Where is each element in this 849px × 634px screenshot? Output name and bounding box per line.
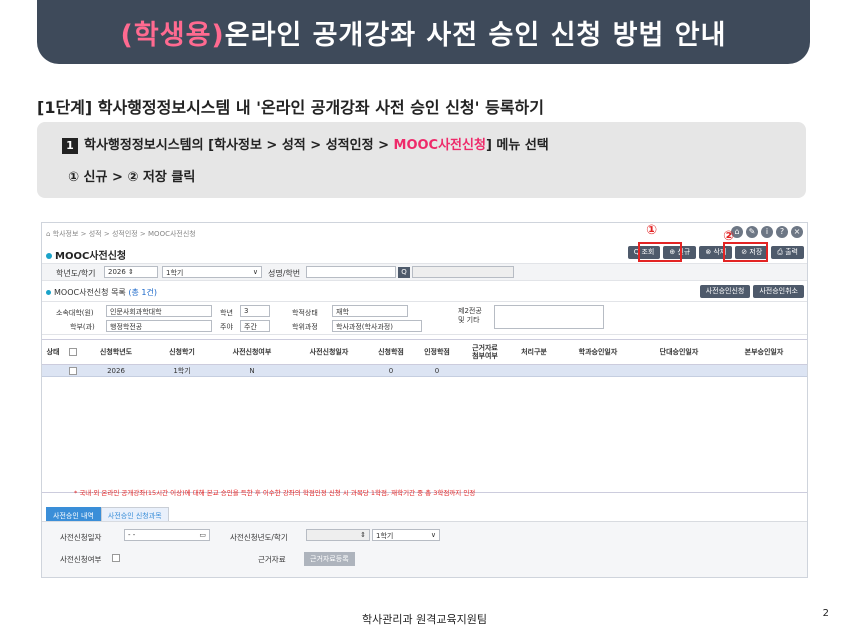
col-hq-approval: 본부승인일자: [744, 348, 784, 356]
col-year: 신청학년도: [99, 348, 133, 356]
detail-panel: 사전신청일자 - - ▭ 사전신청년도/학기 ⇕ 1학기 ∨ 사전신청여부 근거자료…: [42, 521, 807, 577]
notice-text: * 국내·외 온라인 공개강좌(15시간 이상)에 대해 본교 승인을 득한 후…: [74, 489, 476, 497]
year-select[interactable]: 2026 ⇕: [104, 266, 158, 278]
breadcrumb: ⌂ 학사정보 > 성적 > 성적인정 > MOOC사전신청: [46, 230, 196, 238]
col-apply-date: 사전신청일자: [309, 348, 349, 356]
app-screenshot: ⌂ 학사정보 > 성적 > 성적인정 > MOOC사전신청 ⌂ ✎ i? × MOOC…: [41, 222, 808, 578]
footer-text: 학사관리과 원격교육지원팀: [362, 613, 487, 626]
instruction-menu-highlight: MOOC사전신청: [393, 138, 486, 153]
dept-label: 학부(과): [70, 323, 95, 331]
col-recognized: 인정학점: [424, 348, 450, 356]
apply-date-input[interactable]: - - ▭: [124, 529, 210, 541]
cell-recognized: 0: [434, 366, 440, 375]
college-field: 인문사회과학대학: [106, 305, 212, 317]
edit-icon[interactable]: ✎: [746, 226, 758, 238]
filter-bar: 학년도/학기 2026 ⇕ 1학기 ∨ 성명/학번 Q: [42, 263, 807, 281]
close-icon[interactable]: ×: [791, 226, 803, 238]
col-process: 처리구분: [521, 348, 547, 356]
year-term-label: 학년도/학기: [56, 269, 96, 278]
instruction-suffix: ] 메뉴 선택: [485, 138, 549, 153]
status-label: 학적상태: [292, 309, 318, 317]
col-college-approval: 단대승인일자: [659, 348, 699, 356]
cell-term: 1학기: [173, 366, 191, 375]
list-toolbar: 사전승인신청 사전승인취소: [699, 285, 804, 298]
college-label: 소속대학(원): [56, 309, 94, 317]
major2-label: 제2전공 및 기타: [458, 307, 482, 324]
banner-title: 온라인 공개강좌 사전 승인 신청 방법 안내: [224, 19, 727, 51]
cell-year: 2026: [107, 366, 125, 375]
name-id-label: 성명/학번: [268, 269, 301, 278]
student-info: 소속대학(원) 인문사회과학대학 학년 3 학적상태 재학 제2전공 및 기타 …: [42, 301, 807, 335]
marker-one: ①: [646, 223, 658, 238]
highlight-new: [638, 242, 682, 262]
col-evidence: 근거자료 첨부여부: [472, 344, 498, 360]
page-number: 2: [822, 608, 829, 619]
col-applied: 사전신청여부: [232, 348, 272, 356]
daynight-label: 주야: [220, 323, 233, 331]
step-number: 1: [62, 138, 78, 154]
dept-field: 행정학전공: [106, 320, 212, 332]
info-icon[interactable]: i: [761, 226, 773, 238]
print-button[interactable]: ⎙ 출력: [771, 246, 804, 259]
col-dept-approval: 학과승인일자: [578, 348, 618, 356]
page-banner: (학생용) 온라인 공개강좌 사전 승인 신청 방법 안내: [37, 0, 810, 64]
apply-year-label: 사전신청년도/학기: [230, 533, 288, 542]
list-header: MOOC사전신청 목록 (총 1건): [46, 287, 157, 298]
page-title: MOOC사전신청: [46, 247, 126, 262]
term-select[interactable]: 1학기 ∨: [162, 266, 262, 278]
course-field: 학사과정(학사과정): [332, 320, 422, 332]
apply-yn-label: 사전신청여부: [60, 555, 102, 564]
table-body: [42, 377, 807, 493]
instruction-line2: ① 신규 > ② 저장 클릭: [68, 170, 196, 185]
col-status: 상태: [46, 348, 60, 356]
evidence-label: 근거자료: [258, 555, 286, 564]
grade-field: 3: [240, 305, 270, 317]
search-icon[interactable]: Q: [398, 267, 410, 278]
table-row[interactable]: 2026 1학기 N 0 0: [42, 365, 807, 377]
apply-button[interactable]: 사전승인신청: [699, 285, 751, 298]
top-icons: ⌂ ✎ i? ×: [731, 226, 803, 238]
instruction-prefix: 학사행정정보시스템의 [학사정보 > 성적 > 성적인정 >: [84, 138, 394, 153]
course-label: 학위과정: [292, 323, 318, 331]
apply-yn-checkbox[interactable]: [112, 554, 120, 562]
name-input[interactable]: [306, 266, 396, 278]
col-check[interactable]: [64, 340, 82, 364]
step-heading: [1단계] 학사행정정보시스템 내 '온라인 공개강좌 사전 승인 신청' 등록…: [37, 98, 544, 117]
name-display: [412, 266, 514, 278]
grade-label: 학년: [220, 309, 233, 317]
major2-field: [494, 305, 604, 329]
help-icon[interactable]: ?: [776, 226, 788, 238]
apply-date-label: 사전신청일자: [60, 533, 102, 542]
row-check[interactable]: [64, 365, 82, 376]
daynight-field: 주간: [240, 320, 270, 332]
calendar-icon: ▭: [199, 531, 206, 539]
status-field: 재학: [332, 305, 408, 317]
evidence-button[interactable]: 근거자료등록: [304, 552, 355, 566]
cell-credits: 0: [388, 366, 394, 375]
apply-year-select[interactable]: ⇕: [306, 529, 370, 541]
table-header: 상태 신청학년도 신청학기 사전신청여부 사전신청일자 신청학점 인정학점 근거…: [42, 339, 807, 365]
apply-term-select[interactable]: 1학기 ∨: [372, 529, 440, 541]
banner-highlight: (학생용): [120, 19, 225, 51]
col-credits: 신청학점: [378, 348, 404, 356]
instruction-box: 1 학사행정정보시스템의 [학사정보 > 성적 > 성적인정 > MOOC사전신청…: [37, 122, 806, 198]
cancel-apply-button[interactable]: 사전승인취소: [753, 285, 804, 298]
cell-applied: N: [249, 366, 255, 375]
highlight-save: [723, 242, 768, 262]
col-term: 신청학기: [169, 348, 195, 356]
